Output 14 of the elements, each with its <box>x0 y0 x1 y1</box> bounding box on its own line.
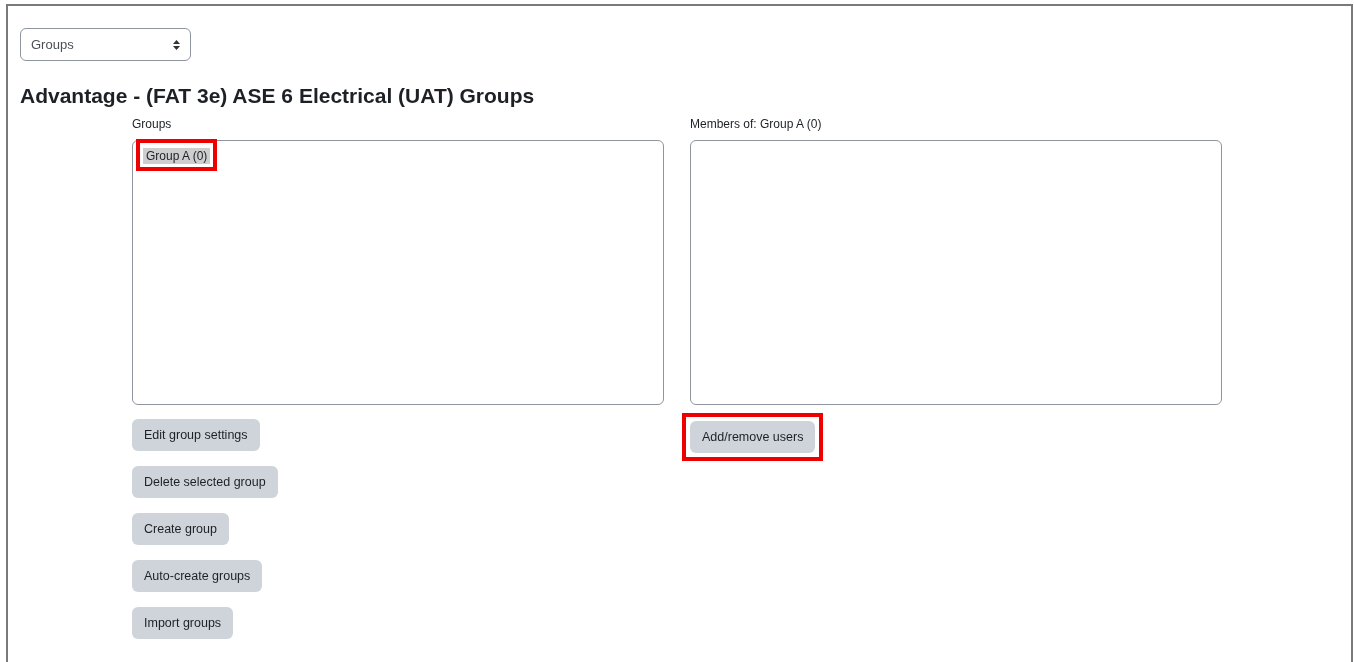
page-title: Advantage - (FAT 3e) ASE 6 Electrical (UAT) Groups <box>20 83 536 109</box>
groups-list[interactable]: Group A (0) <box>132 140 664 405</box>
view-select[interactable]: Groups <box>20 28 191 61</box>
group-item[interactable]: Group A (0) <box>143 148 211 164</box>
action-button[interactable]: Delete selected group <box>132 466 278 498</box>
list-label: Groups <box>132 117 172 131</box>
action-button[interactable]: Create group <box>132 513 229 545</box>
action-button[interactable]: Import groups <box>132 607 234 639</box>
action-button[interactable]: Edit group settings <box>132 419 260 451</box>
action-button[interactable]: Auto-create groups <box>132 560 263 592</box>
members-list[interactable] <box>690 140 1222 405</box>
action-button[interactable]: Add/remove users <box>690 421 816 453</box>
list-label: Members of: Group A (0) <box>690 117 822 131</box>
sort-icon <box>173 39 180 50</box>
